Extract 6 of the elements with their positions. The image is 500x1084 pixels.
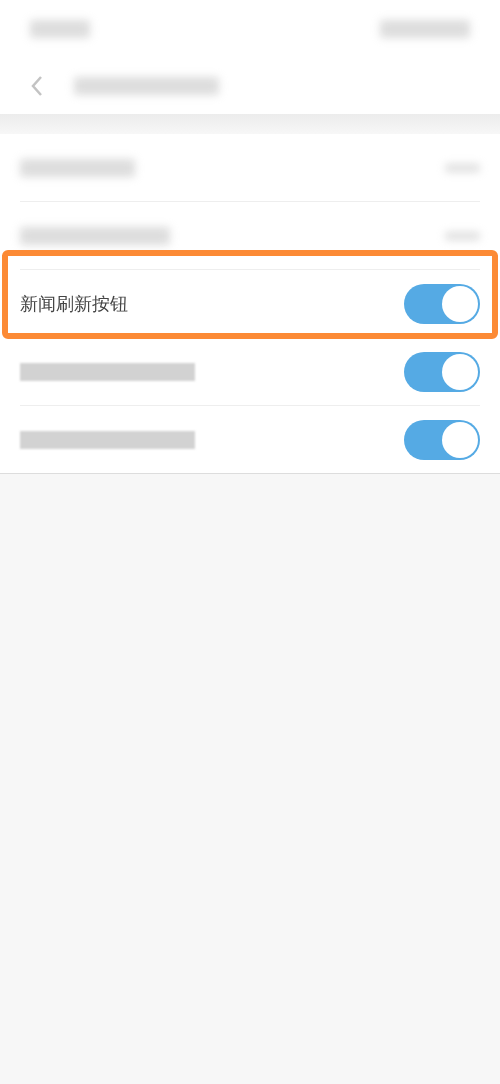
blurred-status-text	[30, 20, 90, 38]
toggle-switch[interactable]	[404, 283, 480, 324]
back-icon[interactable]	[30, 75, 44, 97]
toggle-switch[interactable]	[404, 351, 480, 392]
toggle-switch[interactable]	[404, 419, 480, 460]
setting-label: 新闻刷新按钮	[20, 291, 128, 316]
